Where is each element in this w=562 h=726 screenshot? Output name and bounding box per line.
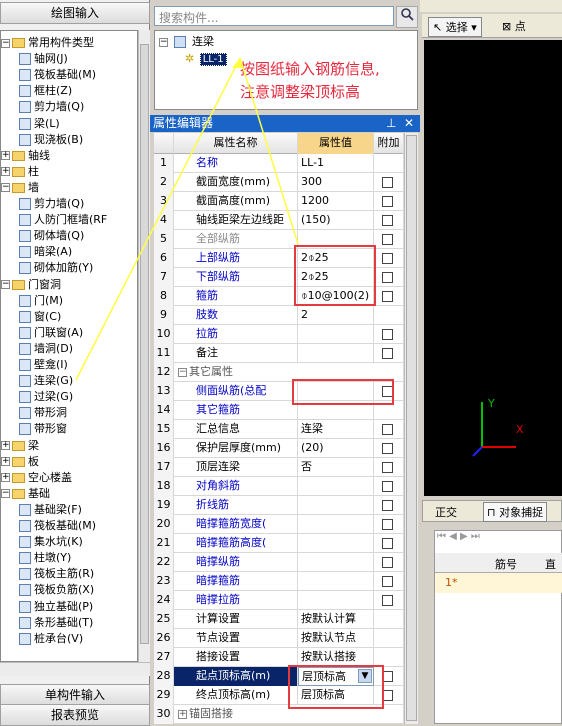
annotation-arrows [75,57,299,381]
